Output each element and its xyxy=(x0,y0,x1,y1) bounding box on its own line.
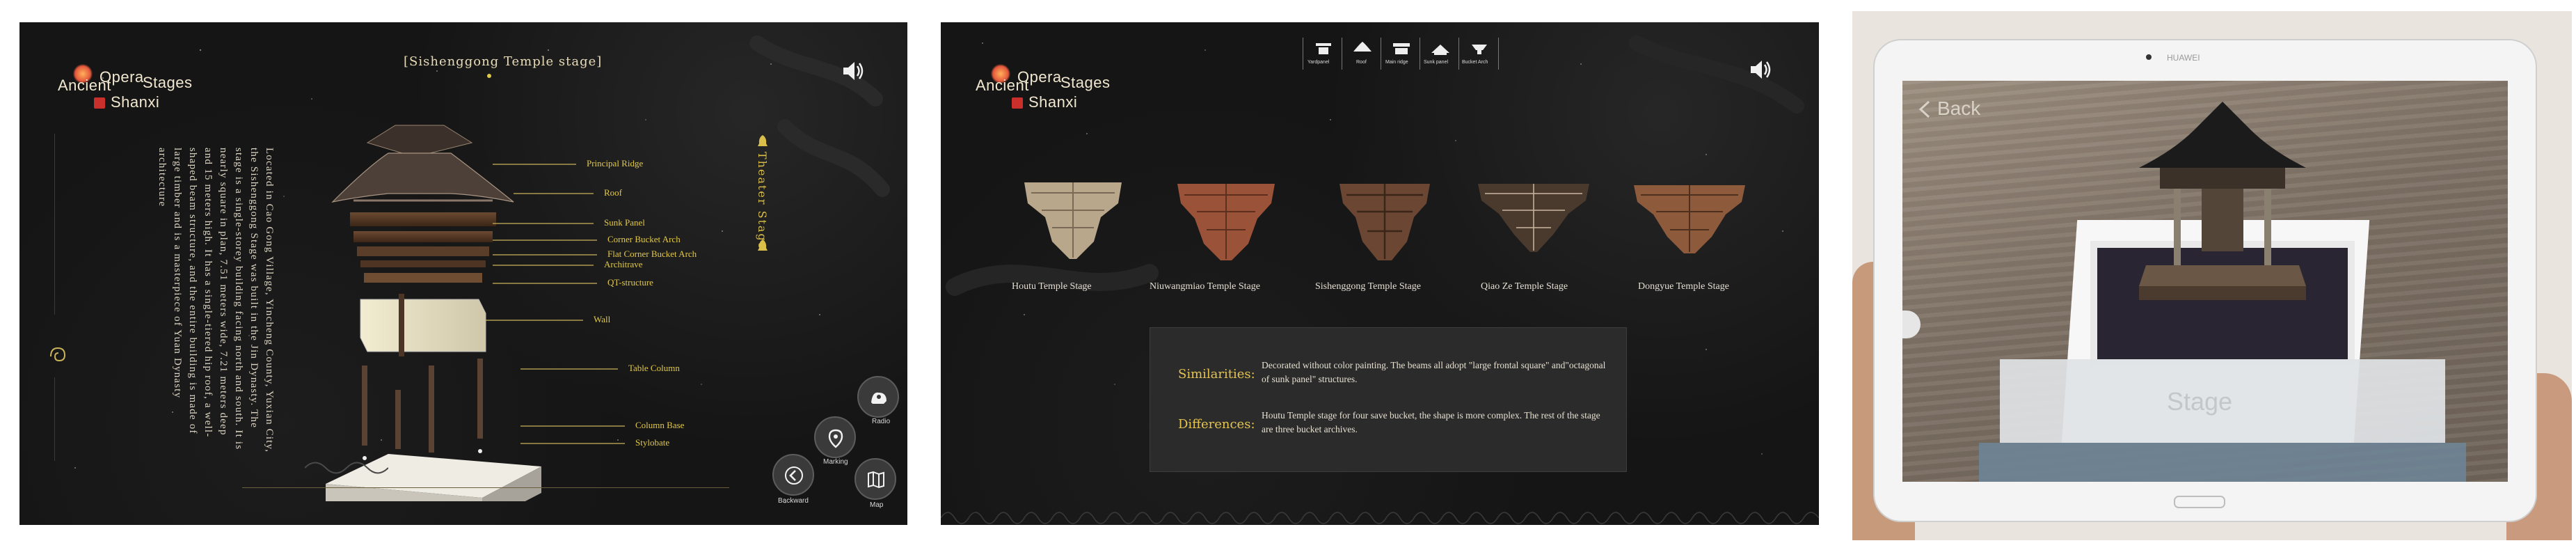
wave-pattern-band xyxy=(941,512,1819,524)
houtu-bracket-model xyxy=(1024,182,1122,259)
chevron-left-icon xyxy=(1918,100,1930,118)
label-principal-ridge: Principal Ridge xyxy=(587,158,644,168)
brand-word-2: Opera xyxy=(100,68,144,86)
roof-icon xyxy=(1353,42,1372,52)
toolbar-item-roof[interactable]: Roof xyxy=(1342,38,1381,70)
toolbar-item-main-ridge[interactable]: Main ridge xyxy=(1381,38,1420,70)
label-qt-structure: QT-structure xyxy=(607,277,653,288)
theater-stage-vertical-label[interactable]: Theater Stage xyxy=(756,152,769,250)
toolbar-label-roof: Roof xyxy=(1356,60,1367,65)
brand-word-3: Stages xyxy=(143,74,193,91)
tablet-brand-text: HUAWEI xyxy=(2167,53,2200,63)
radio-icon xyxy=(871,392,887,404)
similarities-label: Similarities: xyxy=(1178,367,1255,382)
marking-button-label: Marking xyxy=(823,458,848,466)
sound-toggle-icon[interactable] xyxy=(839,57,867,85)
dongyue-bracket-model xyxy=(1634,185,1745,253)
bucket-arch-icon xyxy=(1472,45,1487,54)
toolbar-item-sunk-panel[interactable]: Sunk panel xyxy=(1420,38,1459,70)
stage-name-niuwangmiao: Niuwangmiao Temple Stage xyxy=(1150,281,1260,292)
toolbar-label-sunk-panel: Sunk panel xyxy=(1424,60,1449,65)
sishenggong-bracket-model xyxy=(1339,184,1430,260)
yardpanel-icon xyxy=(1316,43,1331,54)
map-button[interactable] xyxy=(854,458,896,500)
marking-button[interactable] xyxy=(814,416,856,458)
back-button[interactable]: Back xyxy=(1916,95,2014,123)
label-roof: Roof xyxy=(604,187,622,198)
brand-word-4: Shanxi xyxy=(111,93,160,111)
toolbar-label-yardpanel: Yardpanel xyxy=(1307,60,1330,65)
bottom-info-bar xyxy=(1979,443,2466,482)
differences-label: Differences: xyxy=(1178,417,1255,432)
sound-toggle-icon-2[interactable] xyxy=(1747,56,1774,84)
back-arrow-icon xyxy=(785,466,803,485)
comparison-panel: Similarities: Decorated without color pa… xyxy=(1150,327,1627,472)
label-sunk-panel: Sunk Panel xyxy=(604,217,645,228)
qiao-ze-bracket-model xyxy=(1478,184,1589,252)
sunk-panel-icon xyxy=(1431,45,1449,55)
bottom-divider-line xyxy=(242,487,729,488)
tablet-body: HUAWEI Back Stage xyxy=(1873,39,2537,522)
stage-banner-label: Stage xyxy=(2167,387,2233,416)
app-logo: Ancient Opera Stages Shanxi xyxy=(58,64,192,120)
label-architrave: Architrave xyxy=(604,259,643,269)
label-stylobate: Stylobate xyxy=(635,437,670,448)
left-divider-line-2 xyxy=(54,377,55,461)
stage-card-houtu[interactable]: Houtu Temple Stage xyxy=(1003,175,1143,301)
stage-card-dongyue[interactable]: Dongyue Temple Stage xyxy=(1627,175,1766,301)
toolbar-label-bucket-arch: Bucket Arch xyxy=(1462,60,1488,65)
camera-dot xyxy=(2146,54,2152,60)
stage-name-qiao-ze: Qiao Ze Temple Stage xyxy=(1481,281,1568,292)
cloud-ornament-icon xyxy=(50,347,66,362)
stage-card-niuwangmiao[interactable]: Niuwangmiao Temple Stage xyxy=(1150,175,1310,301)
ar-tablet-photo: HUAWEI Back Stage xyxy=(1852,11,2572,540)
home-button[interactable] xyxy=(2174,496,2225,508)
backward-button-label: Backward xyxy=(778,497,809,505)
page-title: [Sishenggong Temple stage] xyxy=(404,54,603,69)
backward-button[interactable] xyxy=(772,454,814,496)
app-logo-2: Ancient Opera Stages Shanxi xyxy=(976,64,1110,120)
map-icon xyxy=(868,471,884,489)
niuwangmiao-bracket-model xyxy=(1177,184,1275,260)
toolbar-item-yardpanel[interactable]: Yardpanel xyxy=(1303,38,1342,70)
seal-icon xyxy=(94,97,105,109)
stage-name-sishenggong: Sishenggong Temple Stage xyxy=(1315,281,1421,292)
stage-description: Located in Cao Gong Village, Yincheng Co… xyxy=(157,148,275,453)
ar-stage-model[interactable] xyxy=(2132,102,2313,311)
label-flat-corner-bucket-arch: Flat Corner Bucket Arch xyxy=(607,249,697,259)
brand-word-4: Shanxi xyxy=(1028,93,1078,111)
label-corner-bucket-arch: Corner Bucket Arch xyxy=(607,234,681,244)
stage-name-dongyue: Dongyue Temple Stage xyxy=(1638,281,1729,292)
bell-icon-2 xyxy=(758,239,768,251)
toolbar-label-main-ridge: Main ridge xyxy=(1385,60,1408,65)
map-button-label: Map xyxy=(870,501,884,509)
main-ridge-icon xyxy=(1393,43,1410,54)
left-divider-line xyxy=(54,134,55,315)
label-table-column: Table Column xyxy=(628,363,680,373)
toolbar-item-bucket-arch[interactable]: Bucket Arch xyxy=(1458,38,1499,70)
brand-word-2: Opera xyxy=(1017,68,1062,86)
radio-button[interactable] xyxy=(857,376,899,418)
differences-text: Houtu Temple stage for four save bucket,… xyxy=(1262,410,1600,434)
stage-name-houtu: Houtu Temple Stage xyxy=(1012,281,1092,292)
wave-ornament-icon xyxy=(305,462,388,474)
label-wall: Wall xyxy=(594,314,611,324)
similarities-text: Decorated without color painting. The be… xyxy=(1262,360,1606,384)
location-pin-icon xyxy=(828,429,843,448)
stage-comparison-screen: Ancient Opera Stages Shanxi Yardpanel Ro… xyxy=(941,22,1819,525)
back-label: Back xyxy=(1937,97,1981,119)
bell-icon xyxy=(758,135,768,146)
label-column-base: Column Base xyxy=(635,420,685,430)
title-dot xyxy=(487,74,491,78)
component-toolbar: Yardpanel Roof Main ridge Sunk panel Buc… xyxy=(1303,38,1499,70)
brand-word-3: Stages xyxy=(1060,74,1111,91)
tablet-screen: Back Stage xyxy=(1902,81,2508,482)
radio-button-label: Radio xyxy=(872,418,891,425)
stage-card-qiao-ze[interactable]: Qiao Ze Temple Stage xyxy=(1464,175,1610,301)
model-viewer-screen: Ancient Opera Stages Shanxi [Sishenggong… xyxy=(19,22,907,525)
seal-icon-2 xyxy=(1012,97,1023,109)
stage-card-sishenggong[interactable]: Sishenggong Temple Stage xyxy=(1315,175,1454,301)
